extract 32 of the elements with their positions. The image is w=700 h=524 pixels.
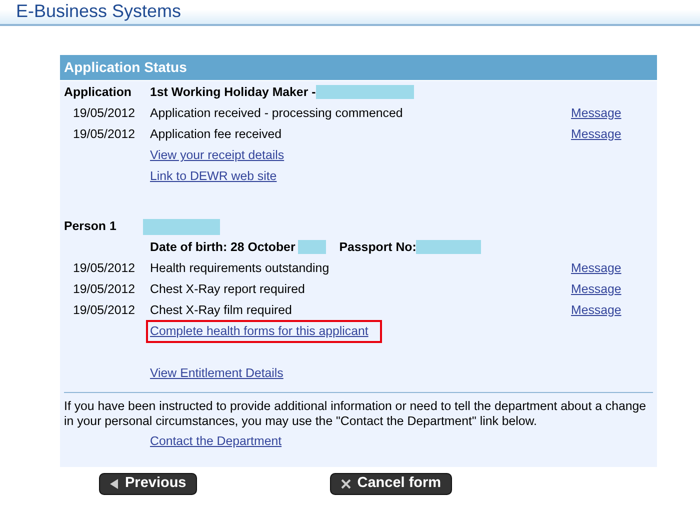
event-date: 19/05/2012 <box>73 261 136 276</box>
message-link[interactable]: Message <box>571 261 622 276</box>
message-link[interactable]: Message <box>571 303 622 318</box>
application-type: 1st Working Holiday Maker - <box>150 84 316 102</box>
panel-title: Application Status <box>60 55 657 81</box>
detail-label: Passport No: <box>339 239 416 256</box>
instruction-text: If you have been instructed to provide additional information or need to tell the department about a change in your personal circumstances, you may use the "Contact the Department" link below. <box>63 399 648 429</box>
close-icon <box>341 478 352 489</box>
link[interactable]: Link to DEWR web site <box>150 167 277 186</box>
link[interactable]: View your receipt details <box>150 146 284 165</box>
left-arrow-icon <box>110 478 119 489</box>
link[interactable]: Complete health forms for this applicant <box>150 324 368 338</box>
event-text: Chest X-Ray report required <box>150 281 305 298</box>
detail-label: Date of birth: 28 October <box>150 239 296 256</box>
link[interactable]: View Entitlement Details <box>150 364 284 383</box>
message-link[interactable]: Message <box>571 282 622 296</box>
section-label: Person 1 <box>64 219 116 234</box>
cancel-button[interactable]: Cancel form <box>330 472 452 495</box>
event-text: Chest X-Ray film required <box>150 302 292 320</box>
event-date: 19/05/2012 <box>73 106 136 120</box>
event-date: 19/05/2012 <box>73 127 136 142</box>
message-link[interactable]: Message <box>571 106 622 120</box>
message-link[interactable]: Message <box>571 127 622 142</box>
site-title: E-Business Systems <box>16 1 182 21</box>
contact-link[interactable]: Contact the Department <box>150 432 282 451</box>
event-text: Health requirements outstanding <box>150 260 330 278</box>
event-text: Application fee received <box>150 126 282 144</box>
event-date: 19/05/2012 <box>73 303 136 318</box>
event-date: 19/05/2012 <box>73 282 136 296</box>
section-label: Application <box>64 85 132 100</box>
previous-button[interactable]: Previous <box>99 472 198 495</box>
event-text: Application received - processing commenced <box>150 105 403 122</box>
